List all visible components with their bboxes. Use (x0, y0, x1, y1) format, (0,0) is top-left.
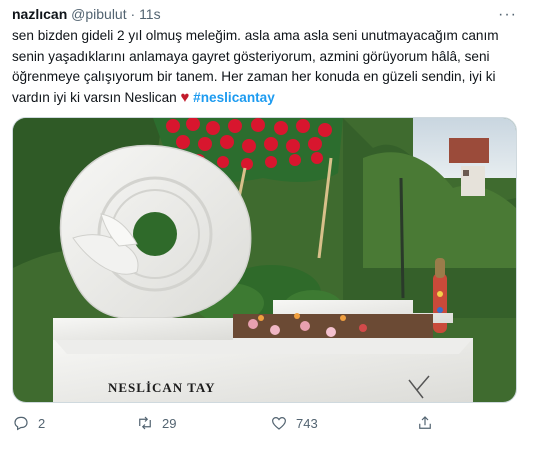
tweet-time[interactable]: 11s (139, 6, 161, 22)
author-name[interactable]: nazlıcan (12, 6, 67, 22)
heart-outline-icon (272, 416, 286, 430)
retweet-button[interactable]: 29 (136, 414, 176, 432)
reply-button[interactable]: 2 (12, 414, 45, 432)
more-options-icon[interactable]: ··· (498, 6, 517, 24)
tweet-actions: 2 29 743 (12, 414, 532, 436)
heart-emoji: ♥ (180, 88, 190, 106)
author-handle[interactable]: @pibulut (71, 6, 126, 22)
header-separator: · (130, 6, 136, 22)
tweet-text: sen bizden gideli 2 yıl olmuş meleğim. a… (12, 26, 527, 108)
tweet-header: nazlıcan @pibulut · 11s ··· (12, 6, 535, 24)
gravestone-inscription: NESLİCAN TAY (108, 380, 216, 395)
memorial-photo: NESLİCAN TAY (13, 118, 516, 402)
share-button[interactable] (416, 414, 434, 432)
share-icon (419, 416, 431, 429)
like-button[interactable]: 743 (270, 414, 318, 432)
reply-icon (14, 416, 28, 431)
retweet-count: 29 (162, 415, 177, 431)
tweet-media-photo[interactable]: NESLİCAN TAY (12, 117, 517, 403)
retweet-icon (139, 416, 151, 430)
like-count: 743 (296, 415, 318, 431)
hashtag-link[interactable]: #neslicantay (193, 90, 275, 105)
reply-count: 2 (38, 415, 46, 431)
